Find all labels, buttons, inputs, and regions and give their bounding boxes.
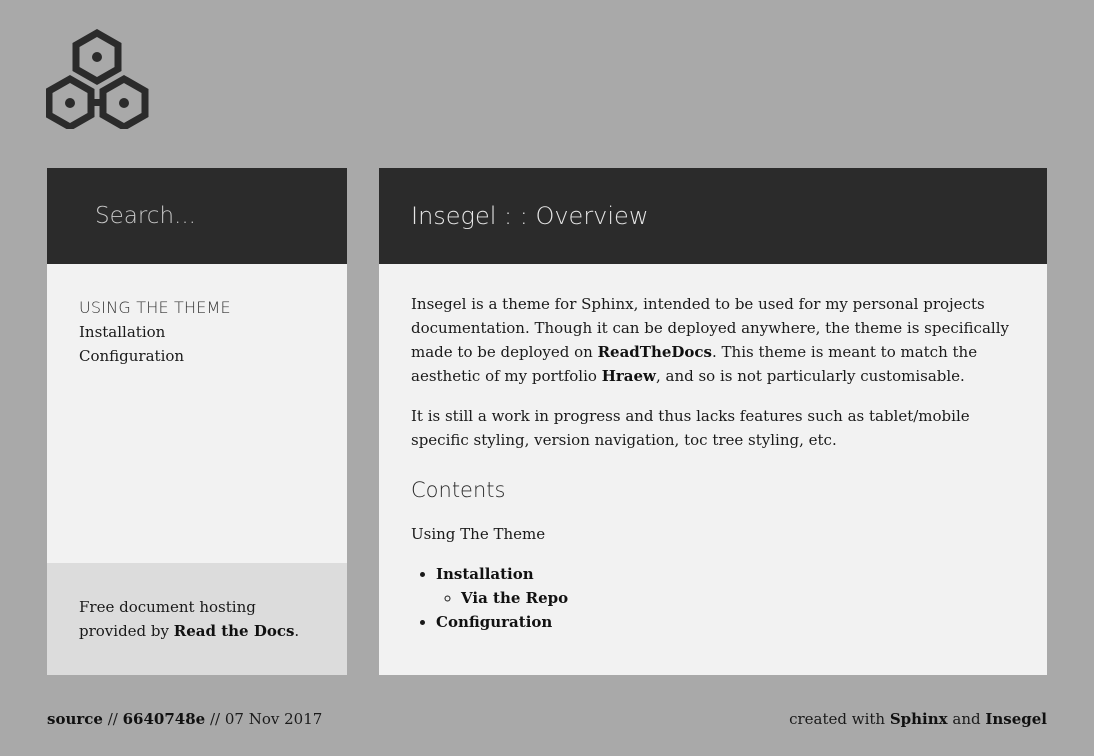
intro-paragraph: Insegel is a theme for Sphinx, intended … bbox=[411, 292, 1015, 388]
search-input[interactable] bbox=[95, 203, 315, 229]
list-item: Via the Repo bbox=[461, 586, 1015, 610]
list-item: Installation Via the Repo bbox=[436, 562, 1015, 610]
credits-prefix: created with bbox=[789, 710, 890, 728]
main-header: Insegel : : Overview bbox=[379, 168, 1047, 264]
list-item: Configuration bbox=[436, 610, 1015, 634]
readthedocs-link[interactable]: ReadTheDocs bbox=[598, 343, 712, 361]
contents-heading: Contents bbox=[411, 478, 506, 502]
wip-paragraph: It is still a work in progress and thus … bbox=[411, 407, 970, 449]
document-body: Insegel is a theme for Sphinx, intended … bbox=[379, 264, 1047, 634]
toc-item-installation[interactable]: Installation bbox=[79, 320, 315, 344]
contents-list: Installation Via the Repo Configuration bbox=[411, 562, 1015, 634]
main-content-panel: Insegel : : Overview Insegel is a theme … bbox=[379, 168, 1047, 675]
footer-separator: // bbox=[102, 710, 123, 728]
intro-text-3: , and so is not particularly customisabl… bbox=[655, 367, 965, 385]
contents-caption: Using The Theme bbox=[411, 525, 546, 543]
sidebar-toc: USING THE THEME Installation Configurati… bbox=[47, 264, 347, 368]
contents-sublist: Via the Repo bbox=[436, 586, 1015, 610]
commit-link[interactable]: 6640748e bbox=[123, 710, 206, 728]
sphinx-link[interactable]: Sphinx bbox=[890, 710, 948, 728]
footer-credits: created with Sphinx and Insegel bbox=[789, 707, 1047, 731]
hexagon-cluster-logo-svg bbox=[45, 28, 149, 132]
insegel-link[interactable]: Insegel bbox=[985, 710, 1047, 728]
contents-link-installation[interactable]: Installation bbox=[436, 565, 534, 583]
footer-source-info: source // 6640748e // 07 Nov 2017 bbox=[47, 707, 322, 731]
footer-separator: // bbox=[205, 710, 225, 728]
source-link[interactable]: source bbox=[47, 710, 103, 728]
sidebar: USING THE THEME Installation Configurati… bbox=[47, 168, 347, 675]
footer-date: 07 Nov 2017 bbox=[224, 710, 323, 728]
contents-link-via-repo[interactable]: Via the Repo bbox=[461, 589, 568, 607]
search-bar bbox=[47, 168, 347, 264]
hosting-period: . bbox=[294, 622, 300, 640]
toc-caption: USING THE THEME bbox=[79, 298, 231, 317]
credits-and: and bbox=[947, 710, 986, 728]
contents-link-configuration[interactable]: Configuration bbox=[436, 613, 552, 631]
hosting-notice: Free document hosting provided by Read t… bbox=[47, 563, 347, 675]
toc-item-configuration[interactable]: Configuration bbox=[79, 344, 315, 368]
page-title: Insegel : : Overview bbox=[411, 202, 649, 230]
read-the-docs-link[interactable]: Read the Docs bbox=[174, 622, 295, 640]
insegel-logo-icon[interactable] bbox=[45, 28, 150, 132]
hraew-link[interactable]: Hraew bbox=[602, 367, 656, 385]
